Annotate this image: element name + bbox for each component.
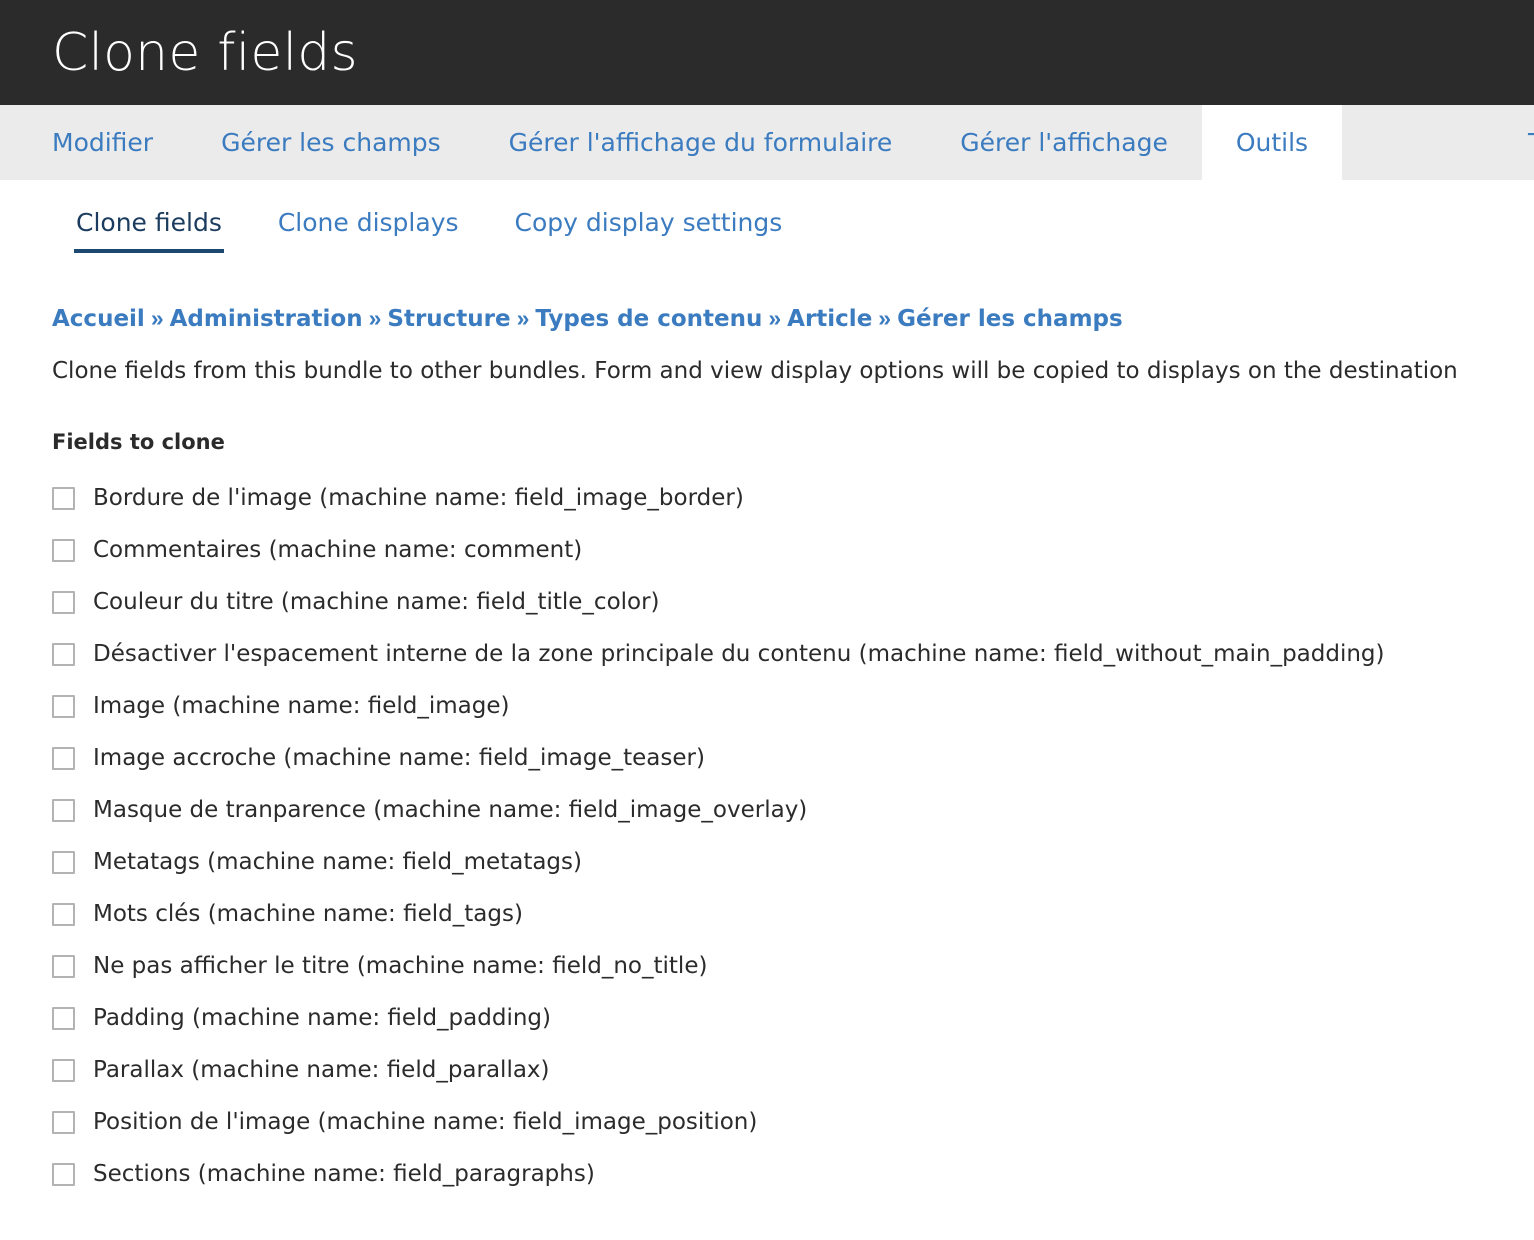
- primary-tab-g-rer-l-affichage-du-formulaire[interactable]: Gérer l'affichage du formulaire: [475, 105, 927, 180]
- breadcrumb-separator: »: [768, 305, 782, 331]
- breadcrumb-link-administration[interactable]: Administration: [170, 306, 363, 332]
- primary-tab-modifier[interactable]: Modifier: [0, 105, 187, 180]
- field-label[interactable]: Sections (machine name: field_paragraphs…: [93, 1161, 595, 1187]
- field-row: Couleur du titre (machine name: field_ti…: [52, 576, 1482, 628]
- field-label[interactable]: Mots clés (machine name: field_tags): [93, 901, 523, 927]
- field-label[interactable]: Commentaires (machine name: comment): [93, 537, 582, 563]
- main-content: Clone fields Clone displays Copy display s…: [0, 180, 1534, 1240]
- field-row: Position de l'image (machine name: field…: [52, 1096, 1482, 1148]
- breadcrumb-separator: »: [150, 305, 164, 331]
- primary-tab-label: Modifier: [52, 128, 154, 157]
- primary-tab-label: Gérer l'affichage: [960, 128, 1168, 157]
- field-checkbox[interactable]: [52, 590, 75, 614]
- primary-tab-label: Gérer l'affichage du formulaire: [508, 128, 893, 157]
- field-checkbox[interactable]: [52, 1162, 75, 1186]
- field-label[interactable]: Ne pas afficher le titre (machine name: …: [93, 953, 707, 979]
- fields-to-clone-legend: Fields to clone: [52, 430, 225, 455]
- field-checkbox[interactable]: [52, 642, 75, 666]
- field-row: Désactiver l'espacement interne de la zo…: [52, 628, 1482, 680]
- secondary-tab-copy-display-settings[interactable]: Copy display settings: [487, 208, 811, 253]
- field-checkbox[interactable]: [52, 1006, 75, 1030]
- field-checkbox[interactable]: [52, 1110, 75, 1134]
- primary-tab-g-rer-les-champs[interactable]: Gérer les champs: [187, 105, 475, 180]
- field-row: Bordure de l'image (machine name: field_…: [52, 472, 1482, 524]
- breadcrumb-separator: »: [878, 305, 892, 331]
- field-label[interactable]: Metatags (machine name: field_metatags): [93, 849, 582, 875]
- field-label[interactable]: Parallax (machine name: field_parallax): [93, 1057, 550, 1083]
- breadcrumb: Accueil» Administration» Structure» Types d…: [52, 305, 1482, 334]
- field-checkbox[interactable]: [52, 850, 75, 874]
- field-row: Commentaires (machine name: comment): [52, 524, 1482, 576]
- field-checkbox[interactable]: [52, 538, 75, 562]
- field-checkbox[interactable]: [52, 746, 75, 770]
- field-row: Masque de tranparence (machine name: fie…: [52, 784, 1482, 836]
- page-header: Clone fields: [0, 0, 1534, 105]
- secondary-tab-clone-displays[interactable]: Clone displays: [250, 208, 487, 253]
- primary-tab-label: Gérer les champs: [221, 128, 441, 157]
- primary-tab-g-rer-l-affichage[interactable]: Gérer l'affichage: [926, 105, 1202, 180]
- breadcrumb-link-g-rer-les-champs[interactable]: Gérer les champs: [897, 306, 1123, 332]
- primary-tab-label: T: [1528, 128, 1534, 157]
- field-label[interactable]: Image accroche (machine name: field_imag…: [93, 745, 705, 771]
- field-row: Parallax (machine name: field_parallax): [52, 1044, 1482, 1096]
- breadcrumb-link-article[interactable]: Article: [787, 306, 872, 332]
- primary-tab-bar: Modifier Gérer les champs Gérer l'affichag…: [0, 105, 1534, 180]
- field-row: Ne pas afficher le titre (machine name: …: [52, 940, 1482, 992]
- field-label[interactable]: Désactiver l'espacement interne de la zo…: [93, 641, 1385, 667]
- field-row: Sections (machine name: field_paragraphs…: [52, 1148, 1482, 1200]
- breadcrumb-separator: »: [516, 305, 530, 331]
- secondary-tab-bar: Clone fields Clone displays Copy display s…: [48, 180, 1482, 253]
- page-description: Clone fields from this bundle to other b…: [52, 357, 1458, 384]
- primary-tab-label: Outils: [1235, 128, 1309, 157]
- field-row: Image (machine name: field_image): [52, 680, 1482, 732]
- breadcrumb-link-structure[interactable]: Structure: [387, 306, 510, 332]
- secondary-tab-clone-fields[interactable]: Clone fields: [48, 208, 250, 253]
- field-label[interactable]: Position de l'image (machine name: field…: [93, 1109, 757, 1135]
- field-label[interactable]: Masque de tranparence (machine name: fie…: [93, 797, 807, 823]
- breadcrumb-link-accueil[interactable]: Accueil: [52, 306, 145, 332]
- fields-to-clone-list: Bordure de l'image (machine name: field_…: [52, 472, 1482, 1200]
- field-checkbox[interactable]: [52, 954, 75, 978]
- secondary-tab-label: Clone displays: [277, 208, 459, 237]
- page-title: Clone fields: [52, 22, 358, 83]
- breadcrumb-link-types-de-contenu[interactable]: Types de contenu: [535, 306, 762, 332]
- field-checkbox[interactable]: [52, 694, 75, 718]
- field-row: Mots clés (machine name: field_tags): [52, 888, 1482, 940]
- field-label[interactable]: Image (machine name: field_image): [93, 693, 510, 719]
- primary-tab-cutoff[interactable]: T: [1494, 105, 1534, 180]
- field-checkbox[interactable]: [52, 902, 75, 926]
- secondary-tab-label: Copy display settings: [514, 208, 783, 237]
- field-label[interactable]: Couleur du titre (machine name: field_ti…: [93, 589, 660, 615]
- field-row: Padding (machine name: field_padding): [52, 992, 1482, 1044]
- field-label[interactable]: Bordure de l'image (machine name: field_…: [93, 485, 744, 511]
- primary-tab-outils[interactable]: Outils: [1201, 105, 1343, 180]
- field-row: Image accroche (machine name: field_imag…: [52, 732, 1482, 784]
- field-checkbox[interactable]: [52, 798, 75, 822]
- secondary-tab-label: Clone fields: [76, 208, 222, 237]
- breadcrumb-separator: »: [368, 305, 382, 331]
- field-row: Metatags (machine name: field_metatags): [52, 836, 1482, 888]
- field-checkbox[interactable]: [52, 1058, 75, 1082]
- field-checkbox[interactable]: [52, 486, 75, 510]
- field-label[interactable]: Padding (machine name: field_padding): [93, 1005, 551, 1031]
